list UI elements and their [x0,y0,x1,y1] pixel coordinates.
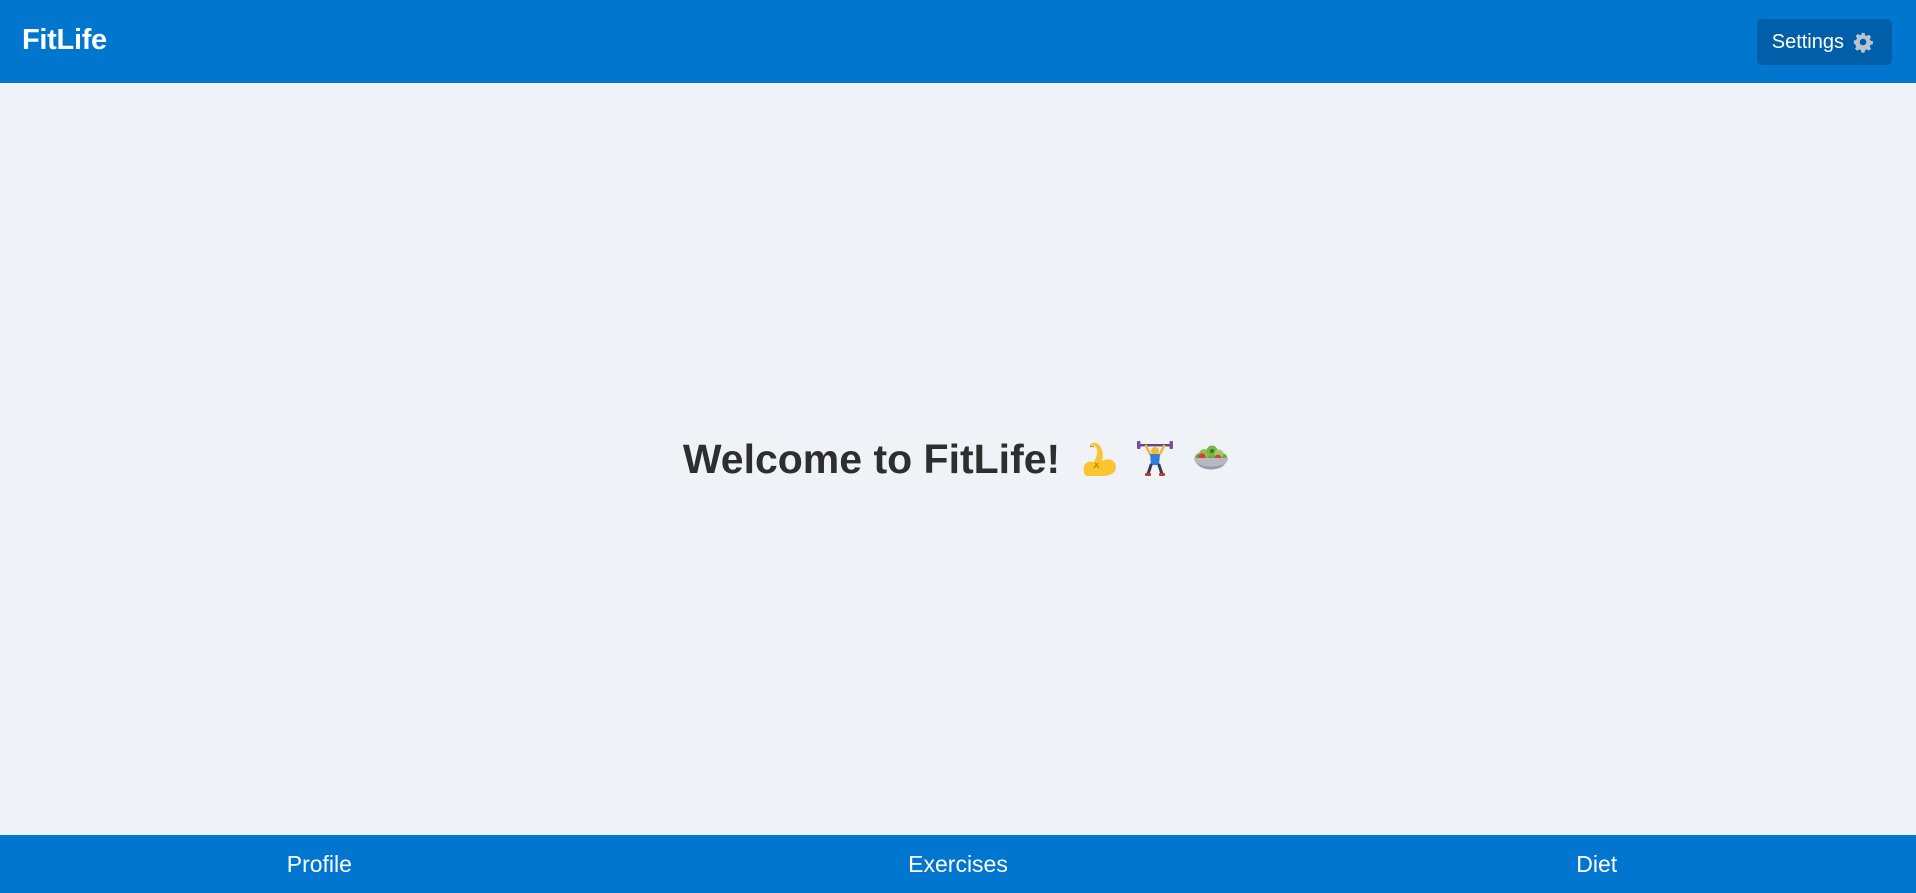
main-content: Welcome to FitLife! [0,83,1916,835]
nav-item-diet[interactable]: Diet [1277,835,1916,893]
gear-icon [1852,31,1874,53]
flexed-biceps-icon [1078,438,1120,480]
salad-icon [1190,438,1232,480]
app-root: FitLife Settings Welcome to FitLife! Pro… [0,0,1916,893]
weight-lifter-icon [1134,438,1176,480]
settings-button[interactable]: Settings [1756,19,1892,65]
nav-item-profile[interactable]: Profile [0,835,639,893]
welcome-heading: Welcome to FitLife! [683,436,1232,483]
emoji-row [1078,438,1232,480]
nav-item-exercises[interactable]: Exercises [639,835,1278,893]
app-logo[interactable]: FitLife [22,24,107,57]
settings-label: Settings [1771,30,1844,53]
welcome-text: Welcome to FitLife! [682,435,1061,482]
top-bar: FitLife Settings [0,0,1916,83]
bottom-nav: Profile Exercises Diet [0,835,1916,893]
